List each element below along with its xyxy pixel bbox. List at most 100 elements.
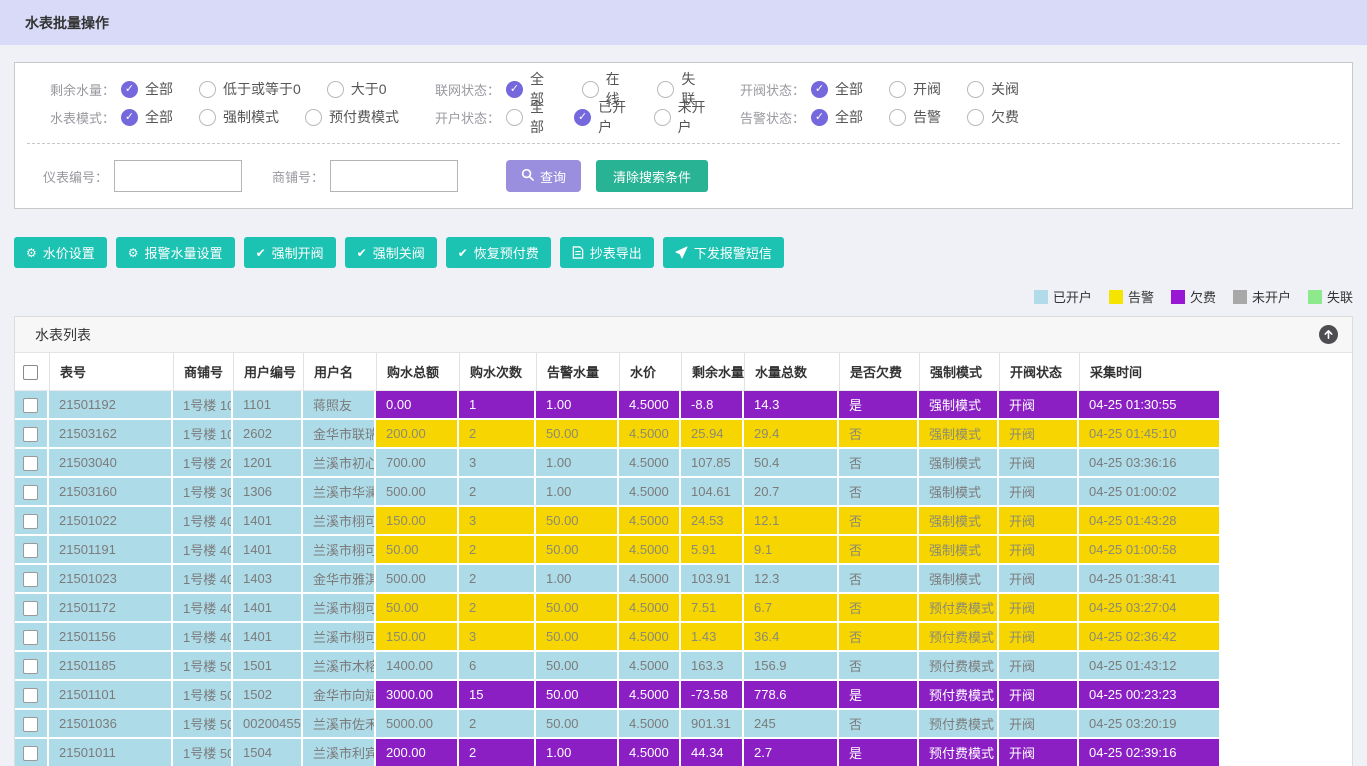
radio-account-status-1[interactable]: ✓已开户 — [574, 97, 627, 137]
radio-meter-mode-2[interactable]: 预付费模式 — [305, 107, 399, 127]
cell-alarm-volume: 50.00 — [536, 594, 619, 623]
action-button-6[interactable]: 下发报警短信 — [663, 237, 784, 268]
cell-remaining-volume: 25.94 — [681, 420, 744, 449]
cell-shop-no: 1号楼 401 — [173, 507, 233, 536]
radio-meter-mode-1[interactable]: 强制模式 — [199, 107, 279, 127]
meter-no-input[interactable] — [114, 160, 242, 192]
cell-is-arrears: 否 — [839, 652, 919, 681]
radio-valve-status-1[interactable]: 开阀 — [889, 79, 941, 99]
radio-remaining-volume-1[interactable]: 低于或等于0 — [199, 79, 301, 99]
scroll-top-icon[interactable] — [1319, 325, 1338, 344]
cell-collect-time: 04-25 00:23:23 — [1079, 681, 1221, 710]
row-checkbox[interactable] — [23, 746, 38, 761]
radio-label: 未开户 — [678, 97, 707, 137]
row-checkbox[interactable] — [23, 543, 38, 558]
radio-remaining-volume-0[interactable]: ✓全部 — [121, 79, 173, 99]
row-checkbox[interactable] — [23, 630, 38, 645]
cell-user-name: 兰溪市栩可锦 — [303, 536, 376, 565]
radio-remaining-volume-2[interactable]: 大于0 — [327, 79, 387, 99]
row-checkbox[interactable] — [23, 456, 38, 471]
table-panel-header: 水表列表 — [15, 317, 1352, 353]
column-header-0: 表号 — [49, 353, 173, 391]
cell-alarm-volume: 1.00 — [536, 449, 619, 478]
table-row: 215010361号楼 50300200455兰溪市佐禾饭5000.00250.… — [15, 710, 1221, 739]
cell-user-name: 兰溪市华澜工 — [303, 478, 376, 507]
radio-checked-icon: ✓ — [121, 81, 138, 98]
cell-mode: 强制模式 — [919, 536, 999, 565]
radio-valve-status-2[interactable]: 关阀 — [967, 79, 1019, 99]
query-button[interactable]: 查询 — [506, 160, 581, 192]
cell-collect-time: 04-25 01:30:55 — [1079, 391, 1221, 420]
table-row: 215030401号楼 2011201兰溪市初心饭700.0031.004.50… — [15, 449, 1221, 478]
legend-label: 已开户 — [1053, 287, 1092, 306]
radio-icon — [654, 109, 671, 126]
cell-valve-status: 开阀 — [999, 536, 1079, 565]
radio-valve-status-0[interactable]: ✓全部 — [811, 79, 863, 99]
cell-shop-no: 1号楼 406 — [173, 623, 233, 652]
shop-no-label: 商铺号： — [272, 167, 324, 186]
action-button-0[interactable]: ⚙ 水价设置 — [14, 237, 107, 268]
cell-purchase-count: 2 — [459, 594, 536, 623]
cell-purchase-total: 50.00 — [376, 536, 459, 565]
cell-total-volume: 778.6 — [744, 681, 839, 710]
row-checkbox[interactable] — [23, 717, 38, 732]
search-row: 仪表编号： 商铺号： 查询 清除搜索条件 — [15, 160, 1352, 192]
cell-user-name: 兰溪市利宾工 — [303, 739, 376, 766]
row-checkbox[interactable] — [23, 659, 38, 674]
cell-price: 4.5000 — [619, 478, 681, 507]
radio-account-status-0[interactable]: 全部 — [506, 97, 548, 137]
row-checkbox[interactable] — [23, 485, 38, 500]
cell-user-name: 蒋照友 — [303, 391, 376, 420]
cell-mode: 预付费模式 — [919, 739, 999, 766]
row-checkbox[interactable] — [23, 398, 38, 413]
radio-meter-mode-0[interactable]: ✓全部 — [121, 107, 173, 127]
cell-mode: 预付费模式 — [919, 623, 999, 652]
table-header-row: 表号商铺号用户编号用户名购水总额购水次数告警水量水价剩余水量水量总数是否欠费强制… — [15, 353, 1221, 391]
cell-valve-status: 开阀 — [999, 565, 1079, 594]
cell-collect-time: 04-25 03:20:19 — [1079, 710, 1221, 739]
action-button-5[interactable]: 抄表导出 — [560, 237, 654, 268]
gear-icon: ⚙ — [26, 247, 37, 259]
legend-swatch — [1109, 290, 1123, 304]
select-all-checkbox[interactable] — [23, 365, 38, 380]
document-icon — [572, 246, 584, 259]
action-button-1[interactable]: ⚙报警水量设置 — [116, 237, 235, 268]
row-checkbox-cell — [15, 594, 49, 623]
row-checkbox-cell — [15, 478, 49, 507]
action-button-label: 水价设置 — [43, 243, 95, 262]
radio-account-status-2[interactable]: 未开户 — [654, 97, 707, 137]
cell-user-name: 金华市向斌工 — [303, 681, 376, 710]
radio-alarm-status-0[interactable]: ✓全部 — [811, 107, 863, 127]
row-checkbox[interactable] — [23, 572, 38, 587]
radio-alarm-status-1[interactable]: 告警 — [889, 107, 941, 127]
row-checkbox[interactable] — [23, 688, 38, 703]
radio-label: 全部 — [835, 107, 863, 127]
status-legend: 已开户告警欠费未开户失联 — [14, 287, 1353, 306]
cell-total-volume: 156.9 — [744, 652, 839, 681]
cell-user-name: 金华市雅淇工 — [303, 565, 376, 594]
action-button-2[interactable]: ✔强制开阀 — [244, 237, 336, 268]
cell-is-arrears: 否 — [839, 594, 919, 623]
clear-search-button[interactable]: 清除搜索条件 — [596, 160, 708, 192]
row-checkbox[interactable] — [23, 427, 38, 442]
cell-user-no: 1401 — [233, 623, 303, 652]
cell-price: 4.5000 — [619, 623, 681, 652]
cell-alarm-volume: 1.00 — [536, 391, 619, 420]
row-checkbox[interactable] — [23, 514, 38, 529]
cell-purchase-total: 200.00 — [376, 739, 459, 766]
radio-alarm-status-2[interactable]: 欠费 — [967, 107, 1019, 127]
cell-meter-no: 21501192 — [49, 391, 173, 420]
cell-shop-no: 1号楼 503 — [173, 710, 233, 739]
action-button-3[interactable]: ✔强制关阀 — [345, 237, 437, 268]
row-checkbox[interactable] — [23, 601, 38, 616]
cell-is-arrears: 否 — [839, 478, 919, 507]
cell-price: 4.5000 — [619, 652, 681, 681]
action-button-4[interactable]: ✔恢复预付费 — [446, 237, 551, 268]
cell-valve-status: 开阀 — [999, 652, 1079, 681]
shop-no-input[interactable] — [330, 160, 458, 192]
meter-no-label: 仪表编号： — [43, 167, 108, 186]
cell-shop-no: 1号楼 405 — [173, 594, 233, 623]
row-checkbox-cell — [15, 652, 49, 681]
page-title: 水表批量操作 — [25, 13, 109, 33]
cell-purchase-total: 500.00 — [376, 565, 459, 594]
